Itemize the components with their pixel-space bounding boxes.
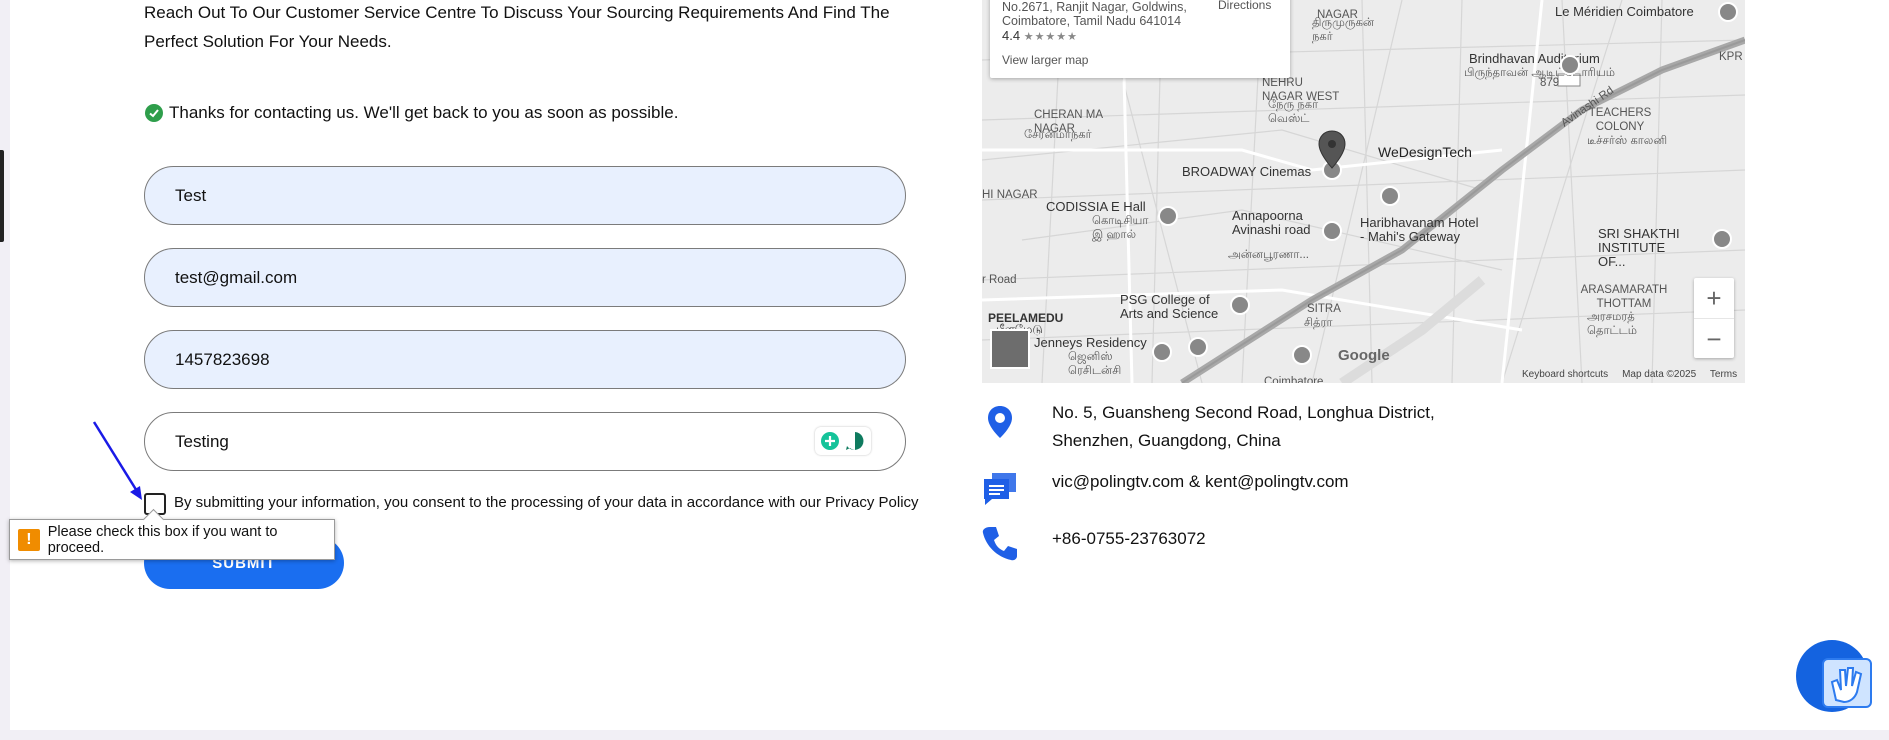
page-edge-scroll-indicator <box>0 150 4 242</box>
embedded-map[interactable]: 879 Avinashi Rd Le Méridien Coimbatore B… <box>982 0 1745 383</box>
view-larger-map-link[interactable]: View larger map <box>1002 53 1088 67</box>
success-message-text: Thanks for contacting us. We'll get back… <box>169 103 679 122</box>
hand-wave-icon[interactable] <box>1822 658 1872 708</box>
phone-icon <box>982 527 1017 561</box>
email-field-wrapper <box>144 248 906 307</box>
map-label-broadway: BROADWAY Cinemas <box>1182 164 1312 179</box>
validation-message: Please check this box if you want to pro… <box>47 523 278 556</box>
phone-field-wrapper <box>144 330 906 389</box>
map-label-nehru-ta: நேரு நகர் வெஸ்ட் <box>1268 99 1319 125</box>
success-message: Thanks for contacting us. We'll get back… <box>145 103 678 123</box>
map-label-teachers-ta: டீச்சர்ஸ் காலனி <box>1587 135 1668 147</box>
map-label-f-road: r Road <box>982 274 1017 286</box>
airport-poi-icon[interactable] <box>1292 345 1312 365</box>
address-line-2: Shenzhen, Guangdong, China <box>1052 431 1281 450</box>
map-label-sitra-ta: சித்ரா <box>1304 317 1333 329</box>
map-label-teachers: TEACHERS COLONY <box>1588 107 1652 133</box>
map-label-coimbatore: Coimbatore <box>1264 376 1324 383</box>
map-info-card: No.2671, Ranjit Nagar, Goldwins, Coimbat… <box>990 0 1290 78</box>
map-label-sitra: SITRA <box>1307 303 1341 315</box>
name-field-wrapper <box>144 166 906 225</box>
location-pin-icon <box>988 406 1012 438</box>
message-field[interactable] <box>175 413 855 470</box>
map-label-brindhavan: Brindhavan Auditorium <box>1469 51 1600 66</box>
map-label-codissia: CODISSIA E Hall <box>1046 199 1146 214</box>
map-card-rating: 4.4 ★★★★★ <box>1002 28 1078 43</box>
map-label-hi-nagar: HI NAGAR <box>982 189 1038 201</box>
school-poi-icon[interactable] <box>1230 295 1250 315</box>
message-bubble-icon <box>984 473 1016 505</box>
hotel-poi-icon[interactable] <box>1718 2 1738 22</box>
map-zoom-controls: + − <box>1694 278 1734 358</box>
map-label-annapoorna: Annapoorna Avinashi road <box>1232 208 1311 237</box>
map-label-arasamarath: ARASAMARATH THOTTAM <box>1580 284 1668 310</box>
satellite-toggle-thumbnail[interactable] <box>990 329 1030 369</box>
map-footer: Keyboard shortcuts Map data ©2025 Terms <box>1522 369 1737 380</box>
map-card-address: No.2671, Ranjit Nagar, Goldwins, Coimbat… <box>1002 0 1187 28</box>
phone-field[interactable] <box>175 331 855 388</box>
map-label-meridien: Le Méridien Coimbatore <box>1555 4 1694 19</box>
terms-link[interactable]: Terms <box>1710 369 1737 380</box>
zoom-out-button[interactable]: − <box>1694 318 1734 359</box>
map-card-rating-value: 4.4 <box>1002 28 1021 43</box>
map-pin-label: WeDesignTech <box>1378 144 1472 160</box>
contact-address: No. 5, Guansheng Second Road, Longhua Di… <box>1052 399 1435 455</box>
check-circle-icon <box>145 104 163 122</box>
chat-widget-button[interactable] <box>1796 640 1872 712</box>
contact-phone[interactable]: +86-0755-23763072 <box>1052 525 1206 553</box>
address-line-1: No. 5, Guansheng Second Road, Longhua Di… <box>1052 403 1435 422</box>
map-label-jenneys: Jenneys Residency <box>1034 335 1147 350</box>
map-label-jenneys-ta: ஜெனிஸ் ரெசிடன்சி <box>1068 351 1122 377</box>
zoom-in-button[interactable]: + <box>1694 278 1734 318</box>
map-label-cheran-ta: சேரன்மாநகர் <box>1024 129 1092 141</box>
page-bottom-strip <box>0 730 1889 740</box>
restaurant-poi-icon[interactable] <box>1322 221 1342 241</box>
chat-bubble-icon[interactable] <box>844 430 866 452</box>
annotation-arrow-icon <box>92 421 142 500</box>
hotel-poi-icon[interactable] <box>1152 342 1172 362</box>
email-field[interactable] <box>175 249 855 306</box>
keyboard-shortcuts-link[interactable]: Keyboard shortcuts <box>1522 369 1608 380</box>
lightbulb-plus-icon[interactable] <box>820 431 840 451</box>
writing-assistant-widget[interactable] <box>815 427 871 455</box>
google-logo: Google <box>1338 347 1390 364</box>
school-poi-icon[interactable] <box>1712 229 1732 249</box>
restaurant-poi-icon[interactable] <box>1380 186 1400 206</box>
warning-icon: ! <box>18 528 40 551</box>
map-label-arasamarath-ta: அரசமரத் தொட்டம் <box>1587 311 1638 337</box>
star-rating-icon: ★★★★★ <box>1023 31 1079 43</box>
school-poi-icon[interactable] <box>1188 337 1208 357</box>
message-field-wrapper <box>144 412 906 471</box>
map-directions-link[interactable]: Directions <box>1218 0 1271 12</box>
contact-email[interactable]: vic@polingtv.com & kent@polingtv.com <box>1052 468 1349 496</box>
location-pin-icon[interactable] <box>1318 130 1346 170</box>
validation-tooltip: ! Please check this box if you want to p… <box>9 519 335 560</box>
map-label-codissia-ta: கொடிசியா இ ஹால் <box>1092 215 1149 241</box>
map-label-brindhavan-ta: பிருந்தாவன் ஆடிட்டோரியம் <box>1464 67 1615 79</box>
name-field[interactable] <box>175 167 855 224</box>
map-label-psg: PSG College of Arts and Science <box>1120 292 1219 321</box>
map-data-attribution: Map data ©2025 <box>1622 369 1697 380</box>
landmark-poi-icon[interactable] <box>1158 206 1178 226</box>
landmark-poi-icon[interactable] <box>1560 55 1580 75</box>
intro-text: Reach Out To Our Customer Service Centre… <box>144 3 890 51</box>
map-label-haribhavanam: Haribhavanam Hotel - Mahi's Gateway <box>1360 215 1479 244</box>
consent-label: By submitting your information, you cons… <box>174 494 919 511</box>
map-label-kpr: KPR <box>1719 51 1743 63</box>
map-label-thirumurugan: திருமுருகன் நகர் <box>1312 17 1375 43</box>
map-label-annapoorna-ta: அன்னபூரணா... <box>1228 249 1309 261</box>
page-edge-bar <box>0 0 10 740</box>
map-label-shakthi: SRI SHAKTHI INSTITUTE OF... <box>1598 226 1680 269</box>
